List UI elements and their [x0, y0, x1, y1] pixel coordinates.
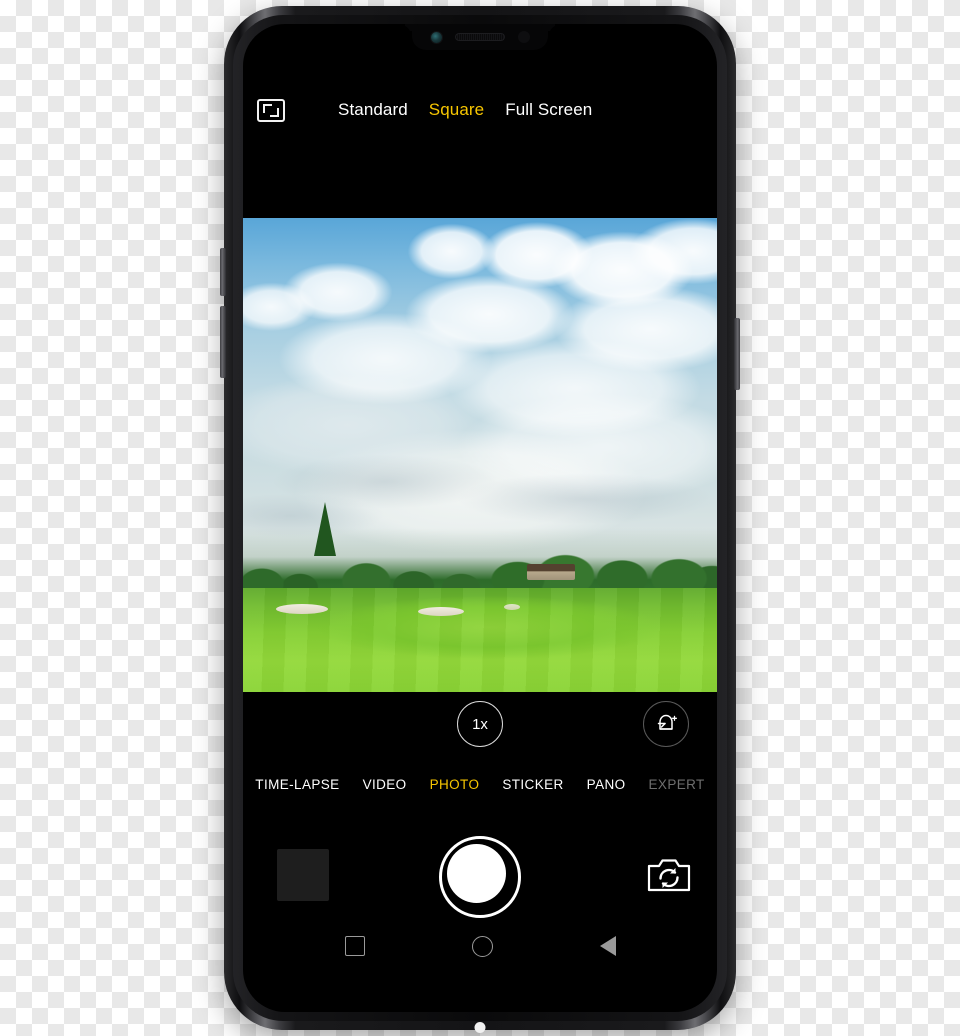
flip-camera-button[interactable]	[645, 852, 693, 896]
aspect-ratio-tabs: Standard Square Full Screen	[338, 100, 592, 120]
mode-video[interactable]: VIDEO	[363, 777, 407, 792]
mode-expert[interactable]: EXPERT	[649, 777, 705, 792]
camera-control-row: 1x	[243, 696, 717, 754]
conifer-tree	[314, 502, 337, 556]
gallery-thumbnail[interactable]	[277, 849, 329, 901]
camera-top-bar: Standard Square Full Screen	[243, 86, 717, 134]
zoom-level-label: 1x	[472, 715, 488, 733]
front-camera-icon	[430, 31, 442, 43]
clubhouse-building	[527, 564, 576, 580]
earpiece-speaker-icon	[454, 33, 505, 41]
ratio-tab-full-screen[interactable]: Full Screen	[505, 100, 592, 120]
aspect-ratio-frame-icon[interactable]	[257, 98, 285, 122]
zoom-level-button[interactable]: 1x	[457, 701, 503, 747]
frame-corner-bottom-right	[270, 107, 279, 117]
proximity-sensor-icon	[517, 31, 530, 43]
ratio-tab-square[interactable]: Square	[429, 100, 484, 120]
mode-photo[interactable]: PHOTO	[430, 777, 480, 792]
camera-mode-strip: TIME-LAPSE VIDEO PHOTO STICKER PANO EXPE…	[243, 766, 717, 802]
shutter-inner-circle	[447, 844, 506, 903]
display-notch	[412, 24, 548, 50]
camera-viewfinder[interactable]	[243, 218, 717, 692]
camera-shutter-row	[243, 826, 717, 922]
sand-bunker	[418, 607, 465, 616]
mode-pano[interactable]: PANO	[587, 777, 626, 792]
android-navigation-bar	[243, 922, 717, 970]
recents-square-icon[interactable]	[344, 936, 365, 956]
beauty-face-sparkle-icon	[657, 714, 678, 730]
bottom-speaker-dot	[474, 1022, 486, 1033]
sand-bunker	[276, 604, 329, 614]
back-triangle-icon[interactable]	[599, 936, 616, 956]
ratio-tab-standard[interactable]: Standard	[338, 100, 408, 120]
home-circle-icon[interactable]	[471, 935, 493, 957]
sand-bunker	[503, 604, 520, 610]
mode-sticker[interactable]: STICKER	[502, 777, 563, 792]
shutter-button[interactable]	[439, 836, 521, 918]
mode-time-lapse[interactable]: TIME-LAPSE	[255, 777, 339, 792]
phone-screen: Standard Square Full Screen 1x TIME-LAPS…	[243, 24, 717, 1012]
power-button[interactable]	[734, 318, 740, 390]
volume-down-button[interactable]	[220, 306, 226, 378]
volume-up-button[interactable]	[220, 248, 226, 296]
beauty-mode-button[interactable]	[643, 701, 689, 747]
phone-device: Standard Square Full Screen 1x TIME-LAPS…	[220, 6, 740, 1033]
flip-camera-icon	[647, 859, 691, 892]
